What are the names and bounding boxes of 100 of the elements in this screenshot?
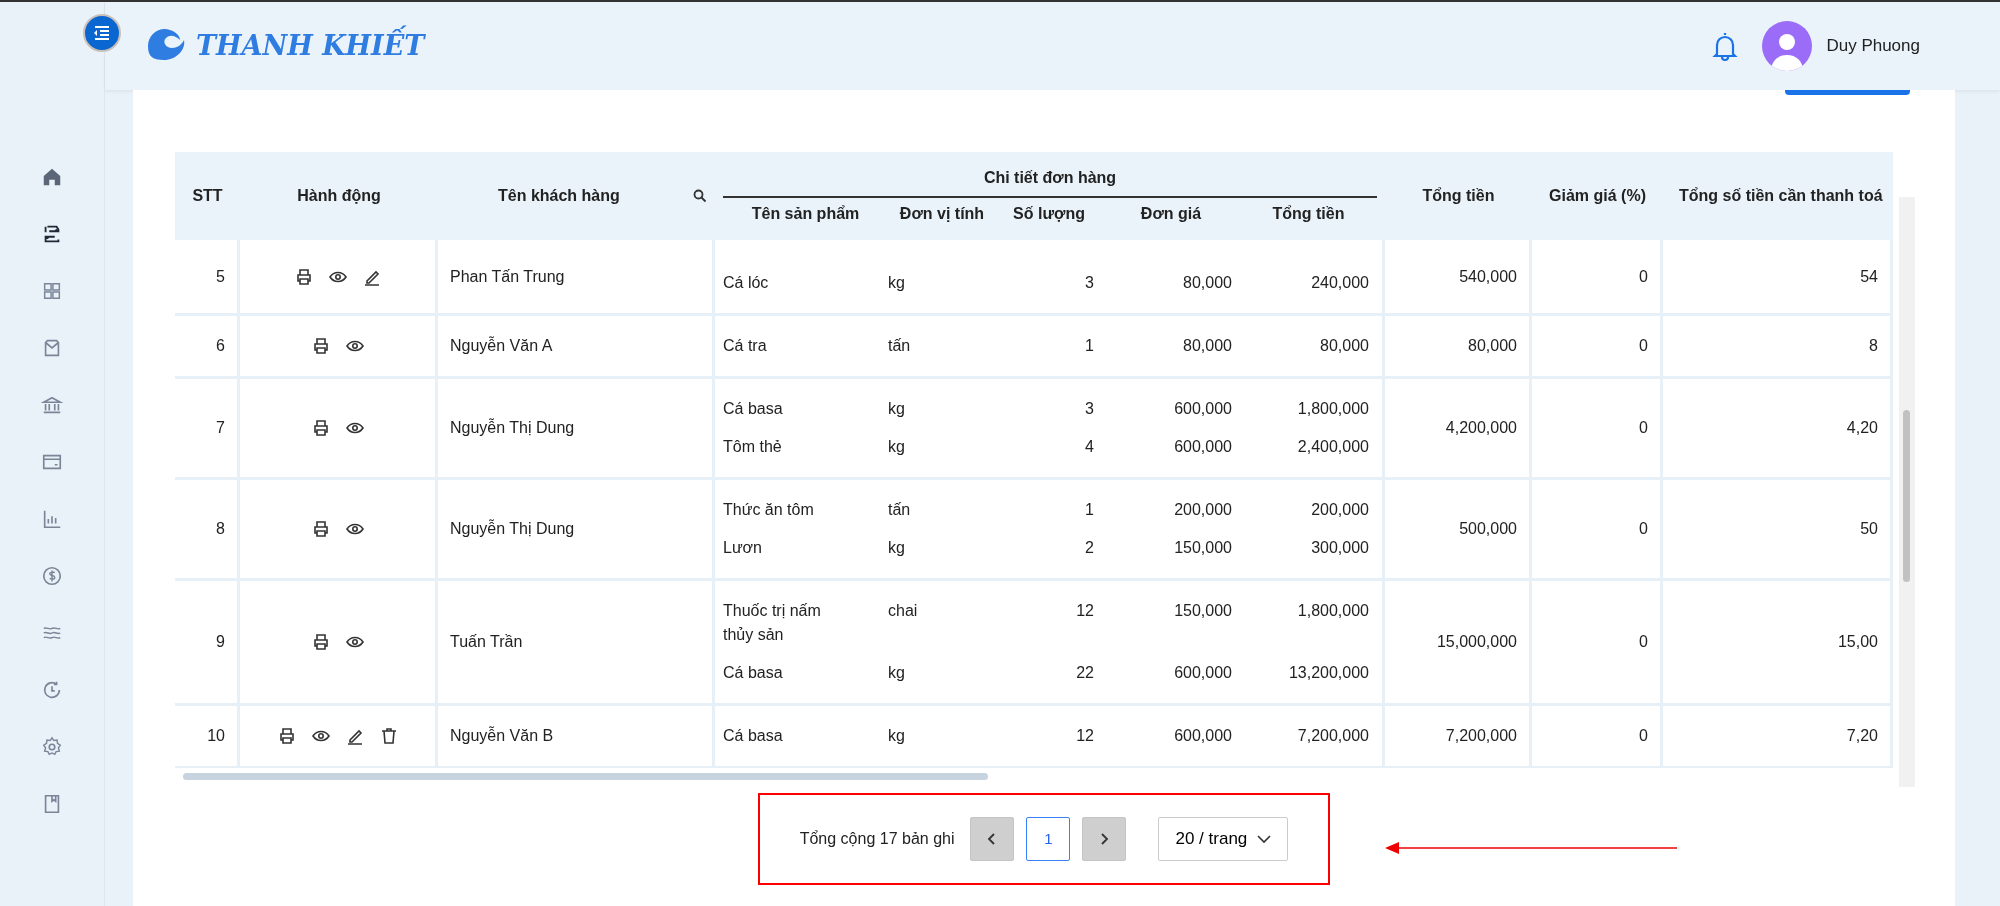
table-cell-text: 15,000,000 [1436, 632, 1517, 652]
table-cell-text: Tôm thẻ [723, 437, 783, 457]
column-header: Tên sản phẩm [750, 204, 861, 224]
table-cell: 150,000 [1174, 539, 1232, 556]
table-cell: 1 [1085, 337, 1094, 354]
column-header: STT [191, 186, 224, 206]
table-cell-text: 8 [1869, 336, 1878, 356]
table-cell-text: 0 [1639, 726, 1648, 746]
chevron-down-icon [1257, 834, 1272, 844]
table-cell-text: Thức ăn tôm [723, 500, 815, 520]
table-cell: 600,000 [1174, 400, 1232, 417]
table-cell-text: Lươn [723, 538, 763, 558]
table-cell: 1,800,000 [1297, 602, 1369, 619]
vertical-scrollbar[interactable] [1899, 197, 1915, 787]
table-cell: 150,000 [1174, 602, 1232, 619]
table-cell: 1,800,000 [1297, 400, 1369, 417]
table-cell: 3 [1085, 400, 1094, 417]
table-cell: 300,000 [1311, 539, 1369, 556]
table-cell-text: Phan Tấn Trung [450, 266, 565, 287]
table-cell-text: kg [888, 273, 906, 293]
table-cell-text: Thuốc trị nấm thủy sản [723, 601, 822, 645]
table-cell-text: Nguyễn Văn B [450, 725, 554, 746]
table-cell-text: 50 [1860, 519, 1878, 539]
table-cell-text: 0 [1639, 336, 1648, 356]
table-cell-text: 0 [1639, 519, 1648, 539]
table-cell: 2 [1085, 539, 1094, 556]
column-header: Tổng tiền [1271, 204, 1346, 224]
table-cell-text: 6 [216, 336, 225, 356]
table-cell-text: Cá basa [723, 726, 784, 746]
column-group-header: Chi tiết đơn hàng [723, 166, 1377, 198]
table-cell: 200,000 [1311, 501, 1369, 518]
column-header: Hành động [296, 186, 382, 206]
table-cell: 7,200,000 [1297, 727, 1369, 744]
table-cell: 4 [1085, 438, 1094, 455]
table-cell: 12 [1076, 727, 1094, 744]
column-header: Tổng tiền [1421, 186, 1496, 206]
table-cell-text: 500,000 [1459, 519, 1517, 539]
user-name: Duy Phuong [1826, 35, 1920, 58]
table-cell-text: 80,000 [1468, 336, 1517, 356]
table-cell-text: Nguyễn Thị Dung [450, 417, 575, 438]
table-cell-text: chai [888, 601, 919, 621]
table-cell: 600,000 [1174, 727, 1232, 744]
menu-icon [93, 25, 111, 41]
brand-name: THANH KHIẾT [196, 25, 425, 67]
table-cell-text: Cá basa [723, 399, 784, 419]
table-cell-text: kg [888, 663, 906, 683]
table-cell-text: 54 [1860, 266, 1878, 287]
table-cell: 3 [1085, 274, 1094, 291]
table-cell-text: 4,20 [1846, 418, 1878, 438]
table-cell-text: Cá lóc [723, 273, 770, 293]
user-avatar[interactable] [1762, 21, 1813, 71]
table-cell: 13,200,000 [1288, 664, 1369, 681]
table-cell: 1 [1085, 501, 1094, 518]
table-cell: 600,000 [1174, 438, 1232, 455]
table-cell: 80,000 [1320, 337, 1369, 354]
table-cell-text: Cá tra [723, 336, 768, 356]
table-cell: 2,400,000 [1297, 438, 1369, 455]
table-cell-text: 7,200,000 [1445, 726, 1517, 746]
table-cell-text: 4,200,000 [1445, 418, 1517, 438]
column-header: Tổng số tiền cần thanh toá [1679, 186, 1883, 206]
table-cell-text: Tuấn Trần [450, 632, 523, 652]
table-cell: 240,000 [1311, 274, 1369, 291]
table-cell-text: tấn [888, 336, 912, 356]
table-cell: 80,000 [1183, 337, 1232, 354]
table-cell: 600,000 [1174, 664, 1232, 681]
table-cell-text: kg [888, 437, 906, 457]
column-header: Giảm giá (%) [1548, 186, 1647, 206]
horizontal-scrollbar[interactable] [183, 773, 988, 780]
table-cell-text: 0 [1639, 266, 1648, 287]
column-header: Tên khách hàng [498, 186, 620, 206]
column-header: Đơn giá [1139, 204, 1203, 224]
record-count: Tổng cộng 17 bản ghi [799, 829, 955, 849]
chevron-right-icon [1098, 832, 1111, 846]
table-cell-text: kg [888, 726, 906, 746]
table-cell-text: 540,000 [1459, 266, 1517, 287]
page-button[interactable]: 1 [1026, 817, 1071, 861]
table-cell-text: 8 [216, 519, 225, 539]
table-cell-text: kg [888, 538, 906, 558]
table-cell: 80,000 [1183, 274, 1232, 291]
table-cell: 12 [1076, 602, 1094, 619]
column-header: Đơn vị tính [898, 204, 986, 224]
table-cell-text: 5 [216, 266, 225, 287]
notification-bell-icon[interactable] [1712, 30, 1739, 62]
table-cell-text: 15,00 [1837, 632, 1878, 652]
table-cell-text: 9 [216, 632, 225, 652]
table-cell-text: Nguyễn Văn A [450, 335, 553, 356]
table-cell-text: kg [888, 399, 906, 419]
column-header: Số lượng [1012, 204, 1086, 224]
table-cell-text: Nguyễn Thị Dung [450, 518, 575, 539]
page-size-select[interactable]: 20 / trang [1158, 817, 1289, 861]
search-icon[interactable] [693, 189, 707, 203]
table-cell-text: 7 [216, 418, 225, 438]
table-cell-text: 10 [207, 726, 225, 746]
table-cell-text: 0 [1639, 418, 1648, 438]
table-cell-text: 0 [1639, 632, 1648, 652]
table-cell-text: tấn [888, 500, 912, 520]
table-cell-text: 7,20 [1846, 726, 1878, 746]
table-cell-text: Cá basa [723, 663, 784, 683]
menu-toggle-button[interactable] [83, 14, 121, 52]
table-cell: 22 [1076, 664, 1094, 681]
